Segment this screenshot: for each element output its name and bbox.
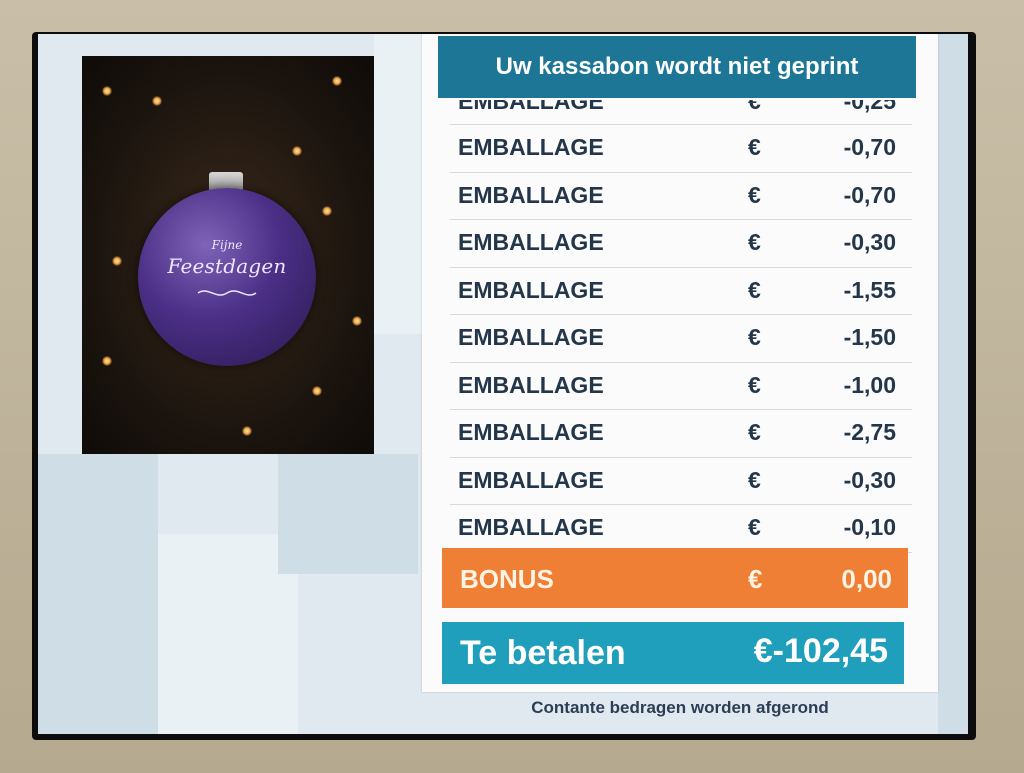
item-description: EMBALLAGE xyxy=(458,229,604,255)
bonus-currency: € xyxy=(748,564,763,594)
receipt-row: EMBALLAGE € -1,50 xyxy=(450,315,912,363)
receipt-row: EMBALLAGE € -1,00 xyxy=(450,363,912,410)
item-currency: € xyxy=(748,419,761,445)
receipt-row: EMBALLAGE € -1,55 xyxy=(450,268,912,315)
item-currency: € xyxy=(748,324,761,350)
item-currency: € xyxy=(748,100,761,114)
item-description: EMBALLAGE xyxy=(458,100,604,114)
tree-light xyxy=(332,76,342,86)
ornament-text-line2: Feestdagen xyxy=(167,254,287,278)
receipt-panel: Uw kassabon wordt niet geprint EMBALLAGE… xyxy=(422,34,938,692)
item-description: EMBALLAGE xyxy=(458,181,604,208)
bg-tile xyxy=(374,34,422,334)
bonus-label: BONUS xyxy=(460,564,554,594)
tree-light xyxy=(292,146,302,156)
receipt-row: EMBALLAGE € -0,30 xyxy=(450,458,912,505)
item-currency: € xyxy=(748,514,761,540)
christmas-ornament: Fijne Feestdagen xyxy=(138,188,316,366)
item-amount: -1,55 xyxy=(843,276,896,303)
total-label: Te betalen xyxy=(460,634,626,672)
item-amount: -0,30 xyxy=(843,466,896,493)
tree-light xyxy=(312,386,322,396)
tree-light xyxy=(322,206,332,216)
item-description: EMBALLAGE xyxy=(458,514,604,540)
item-amount: -2,75 xyxy=(843,419,896,445)
item-description: EMBALLAGE xyxy=(458,134,604,160)
receipt-row: EMBALLAGE € -0,30 xyxy=(450,220,912,268)
receipt-row: EMBALLAGE € -0,10 xyxy=(450,505,912,553)
item-amount: -1,50 xyxy=(843,324,896,350)
tree-light xyxy=(102,356,112,366)
item-amount: -0,10 xyxy=(843,514,896,540)
tree-light xyxy=(112,256,122,266)
item-amount: -0,70 xyxy=(843,134,896,160)
ornament-text-line1: Fijne xyxy=(211,238,243,252)
tree-light xyxy=(152,96,162,106)
item-amount: -0,70 xyxy=(843,181,896,208)
item-description: EMBALLAGE xyxy=(458,371,604,398)
item-amount: -0,25 xyxy=(843,100,896,114)
receipt-row: EMBALLAGE € -0,70 xyxy=(450,125,912,173)
tree-light xyxy=(352,316,362,326)
item-description: EMBALLAGE xyxy=(458,276,604,303)
item-description: EMBALLAGE xyxy=(458,419,604,445)
receipt-items: EMBALLAGE € -0,25 EMBALLAGE € -0,70 EMBA… xyxy=(450,100,912,553)
receipt-row: EMBALLAGE € -0,25 xyxy=(450,100,912,125)
item-description: EMBALLAGE xyxy=(458,466,604,493)
receipt-row: EMBALLAGE € -2,75 xyxy=(450,410,912,458)
receipt-header: Uw kassabon wordt niet geprint xyxy=(438,36,916,98)
item-amount: -1,00 xyxy=(843,371,896,398)
total-row: Te betalen €-102,45 xyxy=(442,622,904,684)
item-description: EMBALLAGE xyxy=(458,324,604,350)
item-currency: € xyxy=(748,371,761,398)
bg-tile xyxy=(938,34,968,734)
item-amount: -0,30 xyxy=(843,229,896,255)
holiday-promo-image: Fijne Feestdagen xyxy=(82,56,374,454)
total-amount: €-102,45 xyxy=(753,632,888,670)
item-currency: € xyxy=(748,181,761,208)
item-currency: € xyxy=(748,466,761,493)
item-currency: € xyxy=(748,276,761,303)
tree-light xyxy=(242,426,252,436)
receipt-row: EMBALLAGE € -0,70 xyxy=(450,173,912,220)
bonus-amount: 0,00 xyxy=(841,564,892,594)
tree-light xyxy=(102,86,112,96)
kiosk-display: Fijne Feestdagen Uw kassabon wordt niet … xyxy=(38,34,968,734)
bg-tile xyxy=(38,454,158,734)
item-currency: € xyxy=(748,134,761,160)
flourish-icon xyxy=(197,290,257,296)
bg-tile xyxy=(158,534,298,734)
bonus-row: BONUS € 0,00 xyxy=(442,548,908,608)
bg-tile xyxy=(278,454,418,574)
item-currency: € xyxy=(748,229,761,255)
rounding-note: Contante bedragen worden afgerond xyxy=(531,698,829,717)
